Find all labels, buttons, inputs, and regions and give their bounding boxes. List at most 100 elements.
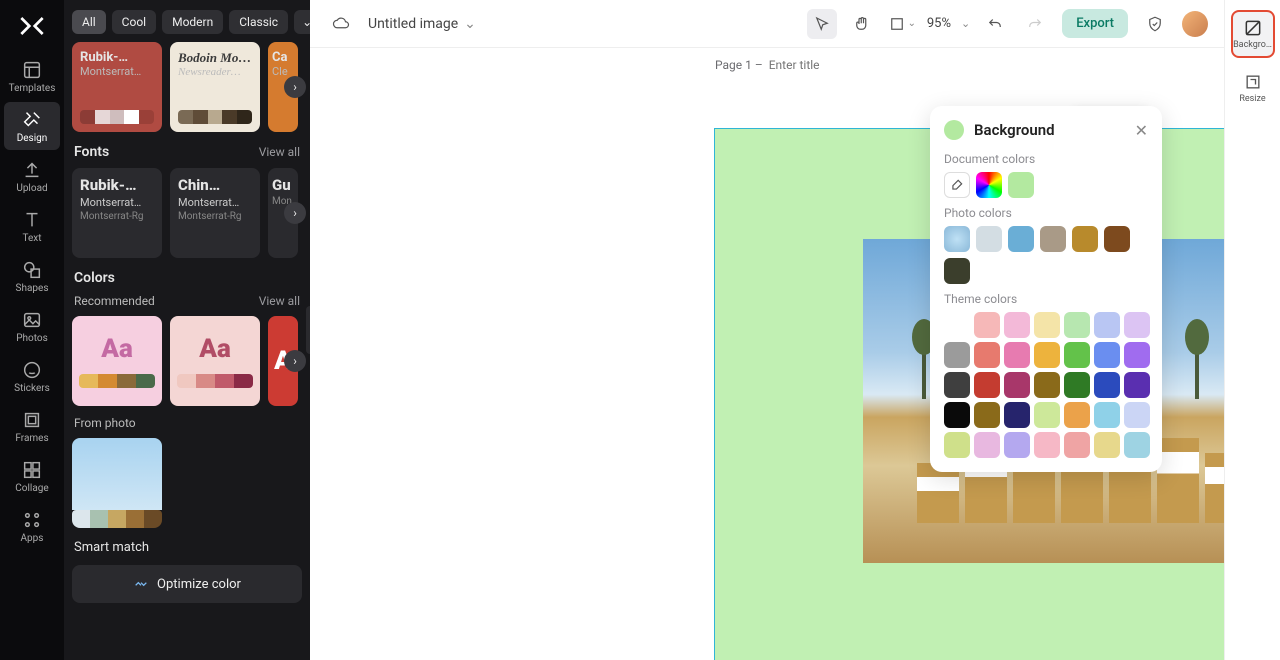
doc-colors-label: Document colors bbox=[944, 152, 1148, 166]
tab-cool[interactable]: Cool bbox=[112, 10, 156, 34]
color-swatch[interactable] bbox=[1094, 402, 1120, 428]
color-card[interactable]: Aa bbox=[72, 316, 162, 406]
style-card[interactable]: Bodoin Mo…Newsreader… bbox=[170, 42, 260, 132]
color-swatch[interactable] bbox=[1094, 312, 1120, 338]
nav-frames[interactable]: Frames bbox=[4, 402, 60, 450]
export-button[interactable]: Export bbox=[1062, 9, 1128, 38]
optimize-color-button[interactable]: Optimize color bbox=[72, 565, 302, 603]
viewall-colors[interactable]: View all bbox=[259, 294, 300, 308]
card-title: Bodoin Mo… bbox=[178, 50, 252, 66]
color-swatch[interactable] bbox=[974, 312, 1000, 338]
color-swatch[interactable] bbox=[1064, 342, 1090, 368]
crop-tool-icon[interactable]: ⌄ bbox=[887, 9, 917, 39]
font-card[interactable]: Rubik-…Montserrat…Montserrat-Rg bbox=[72, 168, 162, 258]
tabs-more[interactable]: ⌄ bbox=[294, 10, 310, 34]
color-swatch[interactable] bbox=[1004, 342, 1030, 368]
card-title: Rubik-… bbox=[80, 50, 154, 65]
color-swatch[interactable] bbox=[974, 432, 1000, 458]
color-swatch[interactable] bbox=[1124, 312, 1150, 338]
color-swatch[interactable] bbox=[1094, 342, 1120, 368]
color-swatch[interactable] bbox=[1034, 372, 1060, 398]
rail-resize[interactable]: Resize bbox=[1231, 66, 1275, 110]
viewall-fonts[interactable]: View all bbox=[259, 145, 300, 159]
nav-collage[interactable]: Collage bbox=[4, 452, 60, 500]
nav-shapes[interactable]: Shapes bbox=[4, 252, 60, 300]
photo-thumb-swatch[interactable] bbox=[944, 226, 970, 252]
doc-colors-row bbox=[944, 172, 1148, 198]
color-swatch[interactable] bbox=[1124, 372, 1150, 398]
style-card[interactable]: Rubik-…Montserrat… bbox=[72, 42, 162, 132]
nav-templates[interactable]: Templates bbox=[4, 52, 60, 100]
avatar[interactable] bbox=[1182, 11, 1208, 37]
nav-photos[interactable]: Photos bbox=[4, 302, 60, 350]
color-swatch[interactable] bbox=[1034, 402, 1060, 428]
page-number: Page 1 – bbox=[715, 58, 763, 72]
color-swatch[interactable] bbox=[974, 342, 1000, 368]
hand-tool-icon[interactable] bbox=[847, 9, 877, 39]
tab-all[interactable]: All bbox=[72, 10, 106, 34]
color-swatch[interactable] bbox=[1064, 402, 1090, 428]
color-swatch[interactable] bbox=[944, 312, 970, 338]
color-swatch[interactable] bbox=[1124, 402, 1150, 428]
color-swatch[interactable] bbox=[944, 342, 970, 368]
color-swatch[interactable] bbox=[1094, 372, 1120, 398]
photo-palette-card[interactable] bbox=[72, 438, 162, 528]
zoom-chevron-icon[interactable]: ⌄ bbox=[961, 17, 970, 30]
color-swatch[interactable] bbox=[1040, 226, 1066, 252]
color-swatch[interactable] bbox=[1008, 172, 1034, 198]
color-swatch[interactable] bbox=[1004, 402, 1030, 428]
scroll-next-icon[interactable]: › bbox=[284, 350, 306, 372]
color-swatch[interactable] bbox=[974, 372, 1000, 398]
tab-classic[interactable]: Classic bbox=[229, 10, 288, 34]
color-swatch[interactable] bbox=[1034, 312, 1060, 338]
color-swatch[interactable] bbox=[1034, 432, 1060, 458]
cloud-sync-icon[interactable] bbox=[326, 9, 356, 39]
card-sub: Newsreader… bbox=[178, 66, 252, 78]
cursor-tool-icon[interactable] bbox=[807, 9, 837, 39]
color-swatch[interactable] bbox=[1104, 226, 1130, 252]
nav-text[interactable]: Text bbox=[4, 202, 60, 250]
scroll-next-icon[interactable]: › bbox=[284, 202, 306, 224]
color-wheel-swatch[interactable] bbox=[976, 172, 1002, 198]
color-swatch[interactable] bbox=[944, 432, 970, 458]
color-swatch[interactable] bbox=[944, 258, 970, 284]
color-swatch[interactable] bbox=[1064, 312, 1090, 338]
nav-label: Shapes bbox=[16, 283, 49, 294]
close-icon[interactable]: ✕ bbox=[1135, 121, 1148, 140]
nav-label: Frames bbox=[15, 433, 48, 444]
nav-design[interactable]: Design bbox=[4, 102, 60, 150]
app-logo[interactable] bbox=[16, 10, 48, 42]
color-swatch[interactable] bbox=[1004, 312, 1030, 338]
scroll-next-icon[interactable]: › bbox=[284, 76, 306, 98]
color-swatch[interactable] bbox=[976, 226, 1002, 252]
color-swatch[interactable] bbox=[944, 402, 970, 428]
color-swatch[interactable] bbox=[1124, 432, 1150, 458]
page-title-input[interactable] bbox=[769, 58, 849, 72]
color-swatch[interactable] bbox=[1008, 226, 1034, 252]
color-swatch[interactable] bbox=[974, 402, 1000, 428]
color-swatch[interactable] bbox=[1064, 432, 1090, 458]
color-swatch[interactable] bbox=[944, 372, 970, 398]
color-swatch[interactable] bbox=[1034, 342, 1060, 368]
font-card[interactable]: Chin…Montserrat…Montserrat-Rg bbox=[170, 168, 260, 258]
nav-upload[interactable]: Upload bbox=[4, 152, 60, 200]
eyedropper-icon[interactable] bbox=[944, 172, 970, 198]
nav-apps[interactable]: Apps bbox=[4, 502, 60, 550]
rail-background[interactable]: Backgro… bbox=[1231, 10, 1275, 58]
nav-stickers[interactable]: Stickers bbox=[4, 352, 60, 400]
shield-icon[interactable] bbox=[1140, 9, 1170, 39]
color-swatch[interactable] bbox=[1094, 432, 1120, 458]
topbar: Untitled image⌄ ⌄ 95% ⌄ Export bbox=[310, 0, 1224, 48]
color-swatch[interactable] bbox=[1004, 372, 1030, 398]
color-swatch[interactable] bbox=[1064, 372, 1090, 398]
tab-modern[interactable]: Modern bbox=[162, 10, 223, 34]
color-swatch[interactable] bbox=[1004, 432, 1030, 458]
color-swatch[interactable] bbox=[1072, 226, 1098, 252]
undo-icon[interactable] bbox=[980, 9, 1010, 39]
document-title[interactable]: Untitled image⌄ bbox=[368, 16, 476, 32]
card-swatches bbox=[178, 110, 252, 124]
color-swatch[interactable] bbox=[1124, 342, 1150, 368]
color-card[interactable]: Aa bbox=[170, 316, 260, 406]
zoom-level[interactable]: 95% bbox=[927, 16, 951, 31]
redo-icon[interactable] bbox=[1020, 9, 1050, 39]
